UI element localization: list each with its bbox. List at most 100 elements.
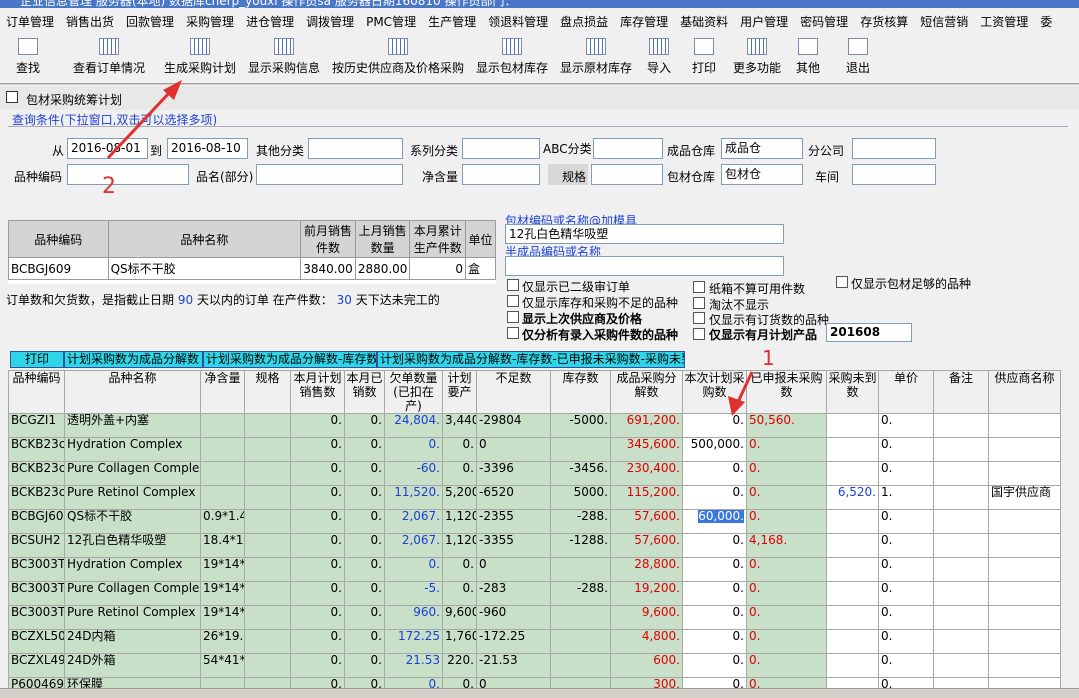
toolbar-button[interactable]: 查找 (4, 36, 52, 80)
menu-item[interactable]: 回款管理 (120, 8, 180, 34)
grid-cell[interactable]: 0. (682, 485, 747, 510)
grid-header[interactable]: 欠单数量(已扣在产) (384, 370, 443, 414)
grid-header[interactable]: 供应商名称 (988, 370, 1061, 414)
grid-header[interactable]: 规格 (244, 370, 291, 414)
grid-cell[interactable]: 0. (682, 653, 747, 678)
grid-cell[interactable]: 0. (682, 461, 747, 486)
option-checkbox[interactable] (836, 276, 848, 288)
grid-header[interactable]: 品种名称 (64, 370, 201, 414)
grid-cell: 4,800. (610, 629, 683, 654)
grid-cell[interactable]: 0. (682, 629, 747, 654)
grid-header[interactable]: 已申报未采购数 (746, 370, 827, 414)
grid-row[interactable]: BCKB23c Pure Collagen Complex 0. 0. -60. 0. -3… (8, 461, 1061, 486)
grid-header[interactable]: 本次计划采购数 (682, 370, 747, 414)
menu-item[interactable]: 库存管理 (614, 8, 674, 34)
grid-row[interactable]: BCZXL5024D内箱26*19.80.0.172.251,760.-172.… (8, 629, 1061, 654)
menu-item[interactable]: 基础资料 (674, 8, 734, 34)
option-checkbox[interactable] (693, 328, 705, 340)
grid-row[interactable]: BCSUH212孔白色精华吸塑18.4*13.0.0.2,067.1,120.-… (8, 533, 1061, 558)
branch-input[interactable] (852, 138, 936, 159)
abc-input[interactable] (593, 138, 663, 159)
toolbar-button[interactable]: 显示原材库存 (556, 36, 636, 80)
menu-item[interactable]: 委 (1034, 8, 1058, 34)
grid-row[interactable]: BCZXL4924D外箱54*41*30.0.21.53220.-21.5360… (8, 653, 1061, 678)
grid-header[interactable]: 采购未到数 (826, 370, 879, 414)
menu-item[interactable]: 密码管理 (794, 8, 854, 34)
net-content-input[interactable] (462, 164, 540, 185)
grid-cell[interactable]: 0. (682, 557, 747, 582)
grid-cell[interactable]: 500,000. (682, 437, 747, 462)
code-input[interactable] (67, 164, 189, 185)
menu-item[interactable]: 销售出货 (60, 8, 120, 34)
series-input[interactable] (462, 138, 540, 159)
grid-header[interactable]: 本月计划销售数 (290, 370, 345, 414)
grid-header[interactable]: 本月已销数 (344, 370, 385, 414)
grid-row[interactable]: BCBGJ60QS标不干胶0.9*1.40.0.2,067.1,120.-235… (8, 509, 1061, 534)
option-checkbox[interactable] (693, 297, 705, 309)
menu-item[interactable]: 盘点损益 (554, 8, 614, 34)
toolbar-button[interactable]: 退出 (840, 36, 876, 80)
semi-product-input[interactable] (505, 256, 784, 276)
plan-mode-1-button[interactable]: 计划采购数为成品分解数 (64, 351, 203, 368)
grid-header[interactable]: 净含量 (200, 370, 245, 414)
menu-item[interactable]: 短信营销 (914, 8, 974, 34)
toolbar-button[interactable]: 显示包材库存 (472, 36, 552, 80)
menu-item[interactable]: 订单管理 (0, 8, 60, 34)
option-checkbox[interactable] (507, 279, 519, 291)
plan-mode-3-button[interactable]: 计划采购数为成品分解数-库存数-已申报未采购数-采购未到 (377, 351, 685, 368)
grid-row[interactable]: BCKB23c Hydration Complex 0. 0. 0. 0. 0 345,600… (8, 437, 1061, 462)
menu-item[interactable]: 生产管理 (422, 8, 482, 34)
grid-row[interactable]: BC3003TIHydration Complex19*14*20.0.0.0.… (8, 557, 1061, 582)
option-checkbox[interactable] (507, 327, 519, 339)
option-checkbox[interactable] (693, 281, 705, 293)
grid-header[interactable]: 不足数 (476, 370, 551, 414)
menu-item[interactable]: 存货核算 (854, 8, 914, 34)
grid-row[interactable]: BCKB23c Pure Retinol Complex 0. 0. 11,520. 5,… (8, 485, 1061, 510)
menu-item[interactable]: 进仓管理 (240, 8, 300, 34)
toolbar-button[interactable]: 其他 (790, 36, 826, 80)
selected-value[interactable]: 60,000. (698, 510, 744, 523)
grid-row[interactable]: BC3003TIPure Retinol Complex19*14*20.0.9… (8, 605, 1061, 630)
grid-row[interactable]: BC3003TIPure Collagen Complex19*14*20.0.… (8, 581, 1061, 606)
menu-item[interactable]: 采购管理 (180, 8, 240, 34)
menu-item[interactable]: 领退料管理 (482, 8, 554, 34)
other-category-input[interactable] (308, 138, 403, 159)
pack-warehouse-input[interactable]: 包材仓 (721, 164, 803, 185)
pack-search-input[interactable]: 12孔白色精华吸塑 (505, 224, 784, 244)
to-date-input[interactable]: 2016-08-10 (167, 138, 248, 159)
grid-cell[interactable]: 0. (682, 581, 747, 606)
menu-item[interactable]: 工资管理 (974, 8, 1034, 34)
toolbar-button[interactable]: 导入 (640, 36, 678, 80)
grid-header[interactable]: 库存数 (550, 370, 611, 414)
grid-header[interactable]: 单价 (878, 370, 934, 414)
workshop-input[interactable] (852, 164, 936, 185)
name-input[interactable] (256, 164, 403, 185)
finished-warehouse-input[interactable]: 成品仓 (721, 138, 803, 159)
toolbar-button[interactable]: 显示采购信息 (244, 36, 324, 80)
grid-header[interactable]: 品种编码 (8, 370, 65, 414)
spec-input[interactable] (591, 164, 663, 185)
toolbar-button[interactable]: 按历史供应商及价格采购 (328, 36, 468, 80)
toolbar-button[interactable]: 打印 (686, 36, 722, 80)
menu-item[interactable]: PMC管理 (360, 8, 422, 34)
grid-cell[interactable]: 60,000. (682, 509, 747, 534)
plan-mode-2-button[interactable]: 计划采购数为成品分解数-库存数 (203, 351, 377, 368)
month-input[interactable]: 201608 (826, 323, 912, 342)
menu-item[interactable]: 调拨管理 (300, 8, 360, 34)
grid-header[interactable]: 成品采购分解数 (610, 370, 683, 414)
option-checkbox[interactable] (507, 311, 519, 323)
menu-item[interactable]: 用户管理 (734, 8, 794, 34)
from-date-input[interactable]: 2016-08-01 (67, 138, 148, 159)
grid-cell[interactable]: 0. (682, 413, 747, 438)
grid-header[interactable]: 计划要产 (442, 370, 477, 414)
grid-header[interactable]: 备注 (933, 370, 989, 414)
toolbar-button[interactable]: 更多功能 (728, 36, 786, 80)
grid-cell[interactable]: 0. (682, 533, 747, 558)
grid-row[interactable]: BCGZI1透明外盖+内塞0.0.24,804.3,440.-29804-500… (8, 413, 1061, 438)
toolbar-button[interactable]: 查看订单情况 (62, 36, 156, 80)
option-checkbox[interactable] (507, 295, 519, 307)
option-checkbox[interactable] (693, 312, 705, 324)
print-grid-button[interactable]: 打印 (10, 351, 64, 368)
toolbar-button[interactable]: 生成采购计划 (160, 36, 240, 80)
grid-cell[interactable]: 0. (682, 605, 747, 630)
